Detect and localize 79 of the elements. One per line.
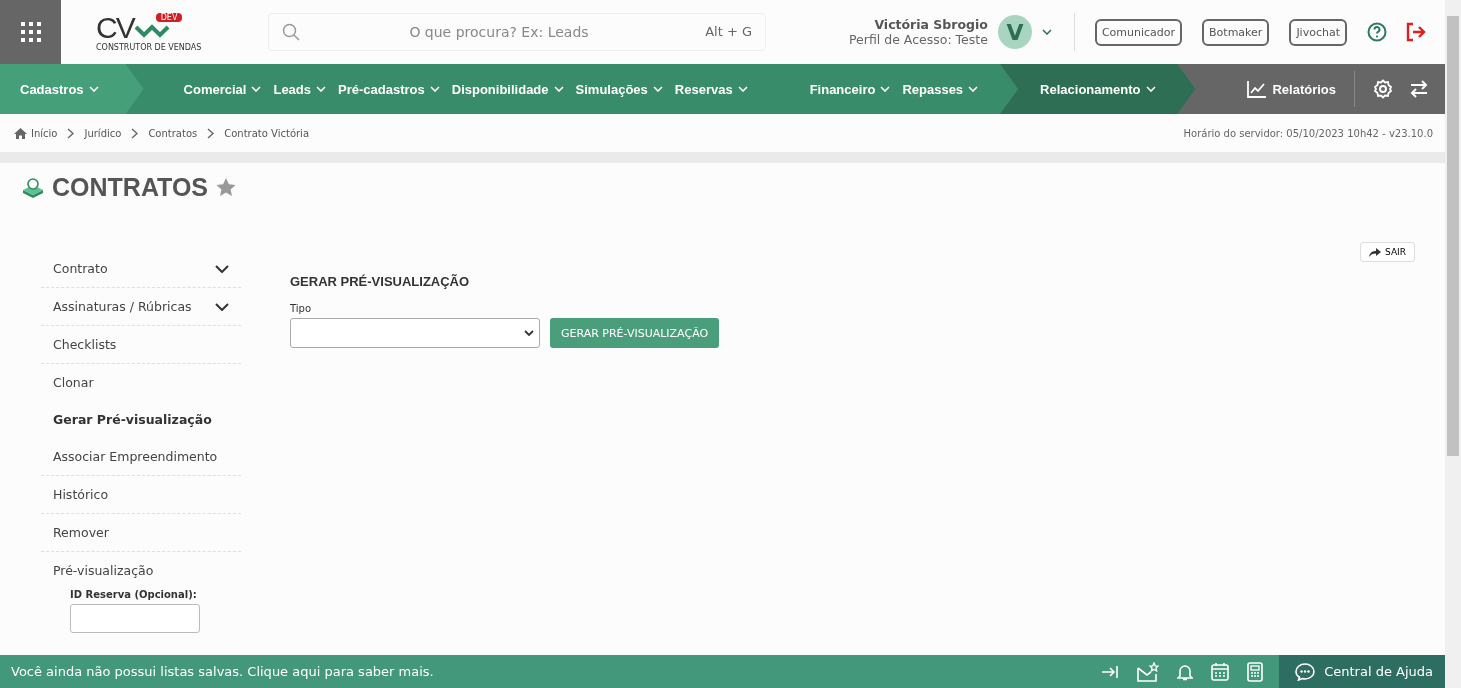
nav-menu-item[interactable]: Repasses bbox=[902, 81, 979, 97]
logo-subtitle: CONSTRUTOR DE VENDAS bbox=[96, 42, 203, 52]
sidebar-item[interactable]: Checklists bbox=[41, 326, 241, 363]
user-avatar[interactable]: V bbox=[997, 15, 1032, 49]
breadcrumb-link[interactable]: Contrato Victória bbox=[224, 127, 310, 139]
type-select[interactable] bbox=[290, 318, 540, 348]
chevron-down-icon bbox=[968, 86, 979, 92]
breadcrumb-link[interactable]: Início bbox=[14, 127, 58, 139]
nav-menu-item[interactable]: Comercial bbox=[183, 81, 262, 97]
calculator-icon[interactable] bbox=[1247, 661, 1264, 682]
nav-menu-item[interactable]: Disponibilidade bbox=[451, 81, 564, 97]
share-arrow-icon bbox=[1369, 247, 1382, 257]
logo-badge: DEV bbox=[155, 12, 183, 22]
settings-icon[interactable] bbox=[1373, 79, 1393, 99]
swap-arrows-icon[interactable] bbox=[1409, 80, 1429, 98]
chevron-down-icon[interactable] bbox=[1041, 29, 1052, 35]
reservation-id-field[interactable] bbox=[70, 604, 200, 633]
calendar-icon[interactable] bbox=[1211, 662, 1230, 681]
breadcrumb-link[interactable]: Contratos bbox=[148, 127, 198, 139]
logo[interactable]: CV DEV CONSTRUTOR DE VENDAS bbox=[96, 12, 226, 52]
reports-link[interactable]: Relatórios bbox=[1247, 80, 1336, 98]
sidebar-item[interactable]: Remover bbox=[41, 514, 241, 551]
chevron-down-icon bbox=[553, 86, 564, 92]
sidebar-item[interactable]: Pré-visualização bbox=[41, 552, 241, 589]
nav-menu-item[interactable]: Pré-cadastros bbox=[338, 81, 440, 97]
exit-button[interactable]: SAIR bbox=[1360, 242, 1415, 262]
breadcrumb-link[interactable]: Jurídico bbox=[84, 127, 122, 139]
logout-icon[interactable] bbox=[1405, 22, 1427, 42]
chevron-right-icon bbox=[207, 127, 215, 139]
scrollbar[interactable] bbox=[1445, 0, 1461, 688]
sidebar-item[interactable]: Gerar Pré-visualização bbox=[41, 401, 241, 438]
nav-menu-item[interactable]: Financeiro bbox=[809, 81, 891, 97]
server-time: Horário do servidor: 05/10/2023 10h42 - v23.10.0 bbox=[1183, 127, 1433, 139]
chat-button[interactable]: Botmaker bbox=[1202, 18, 1270, 46]
chevron-down-icon bbox=[880, 86, 891, 92]
chevron-down-icon bbox=[251, 86, 262, 92]
line-chart-icon bbox=[1247, 80, 1268, 98]
chevron-down-icon bbox=[652, 86, 663, 92]
search-icon bbox=[282, 23, 300, 41]
sidebar-item[interactable]: Associar Empreendimento bbox=[41, 438, 241, 475]
chevron-down-icon bbox=[429, 86, 440, 92]
grid-icon bbox=[18, 20, 43, 44]
sidebar-item[interactable]: Assinaturas / Rúbricas bbox=[41, 288, 241, 325]
chevron-down-icon bbox=[737, 86, 748, 92]
help-center-button[interactable]: Central de Ajuda bbox=[1279, 655, 1445, 688]
chevron-down-icon bbox=[1145, 86, 1156, 92]
help-icon[interactable] bbox=[1367, 22, 1387, 42]
shortcut-hint: Alt + G bbox=[705, 24, 752, 39]
chevron-down-icon bbox=[524, 330, 534, 336]
nav-menu-item[interactable]: Relacionamento bbox=[1040, 81, 1156, 97]
bell-icon[interactable] bbox=[1177, 662, 1194, 681]
nav-menu-item[interactable]: Leads bbox=[273, 81, 327, 97]
scrollbar-thumb[interactable] bbox=[1447, 16, 1459, 456]
nav-menu-item[interactable]: Simulações bbox=[575, 81, 663, 97]
chat-button[interactable]: Comunicador bbox=[1094, 18, 1183, 46]
chevron-right-icon bbox=[67, 127, 75, 139]
sidebar-item[interactable]: Histórico bbox=[41, 476, 241, 513]
chevron-right-icon bbox=[131, 127, 139, 139]
user-name: Victória Sbrogio bbox=[874, 17, 988, 32]
chevron-down-icon bbox=[88, 86, 99, 92]
footer-message-link[interactable]: Você ainda não possui listas salvas. Clique aqui para saber mais. bbox=[0, 664, 434, 679]
mail-star-icon[interactable] bbox=[1137, 661, 1160, 682]
home-icon bbox=[14, 127, 27, 139]
user-profile: Perfil de Acesso: Teste bbox=[849, 32, 988, 47]
nav-menu-item[interactable]: Reservas bbox=[674, 81, 748, 97]
page-title: CONTRATOS bbox=[52, 173, 209, 202]
field-label: Tipo bbox=[290, 303, 313, 314]
sidebar-item[interactable]: Clonar bbox=[41, 364, 241, 401]
star-icon[interactable] bbox=[216, 178, 237, 197]
money-box-icon bbox=[22, 176, 44, 199]
chat-bubble-icon bbox=[1295, 662, 1316, 681]
chevron-down-icon bbox=[316, 86, 327, 92]
sidebar-item[interactable]: Contrato bbox=[41, 250, 241, 287]
collapse-arrow-icon[interactable] bbox=[1101, 664, 1120, 679]
section-title: GERAR PRÉ-VISUALIZAÇÃO bbox=[290, 274, 471, 289]
chat-button[interactable]: Jivochat bbox=[1289, 18, 1347, 46]
field-label: ID Reserva (Opcional): bbox=[70, 589, 198, 600]
logo-text: CV bbox=[96, 12, 134, 43]
apps-menu-button[interactable] bbox=[0, 0, 61, 64]
